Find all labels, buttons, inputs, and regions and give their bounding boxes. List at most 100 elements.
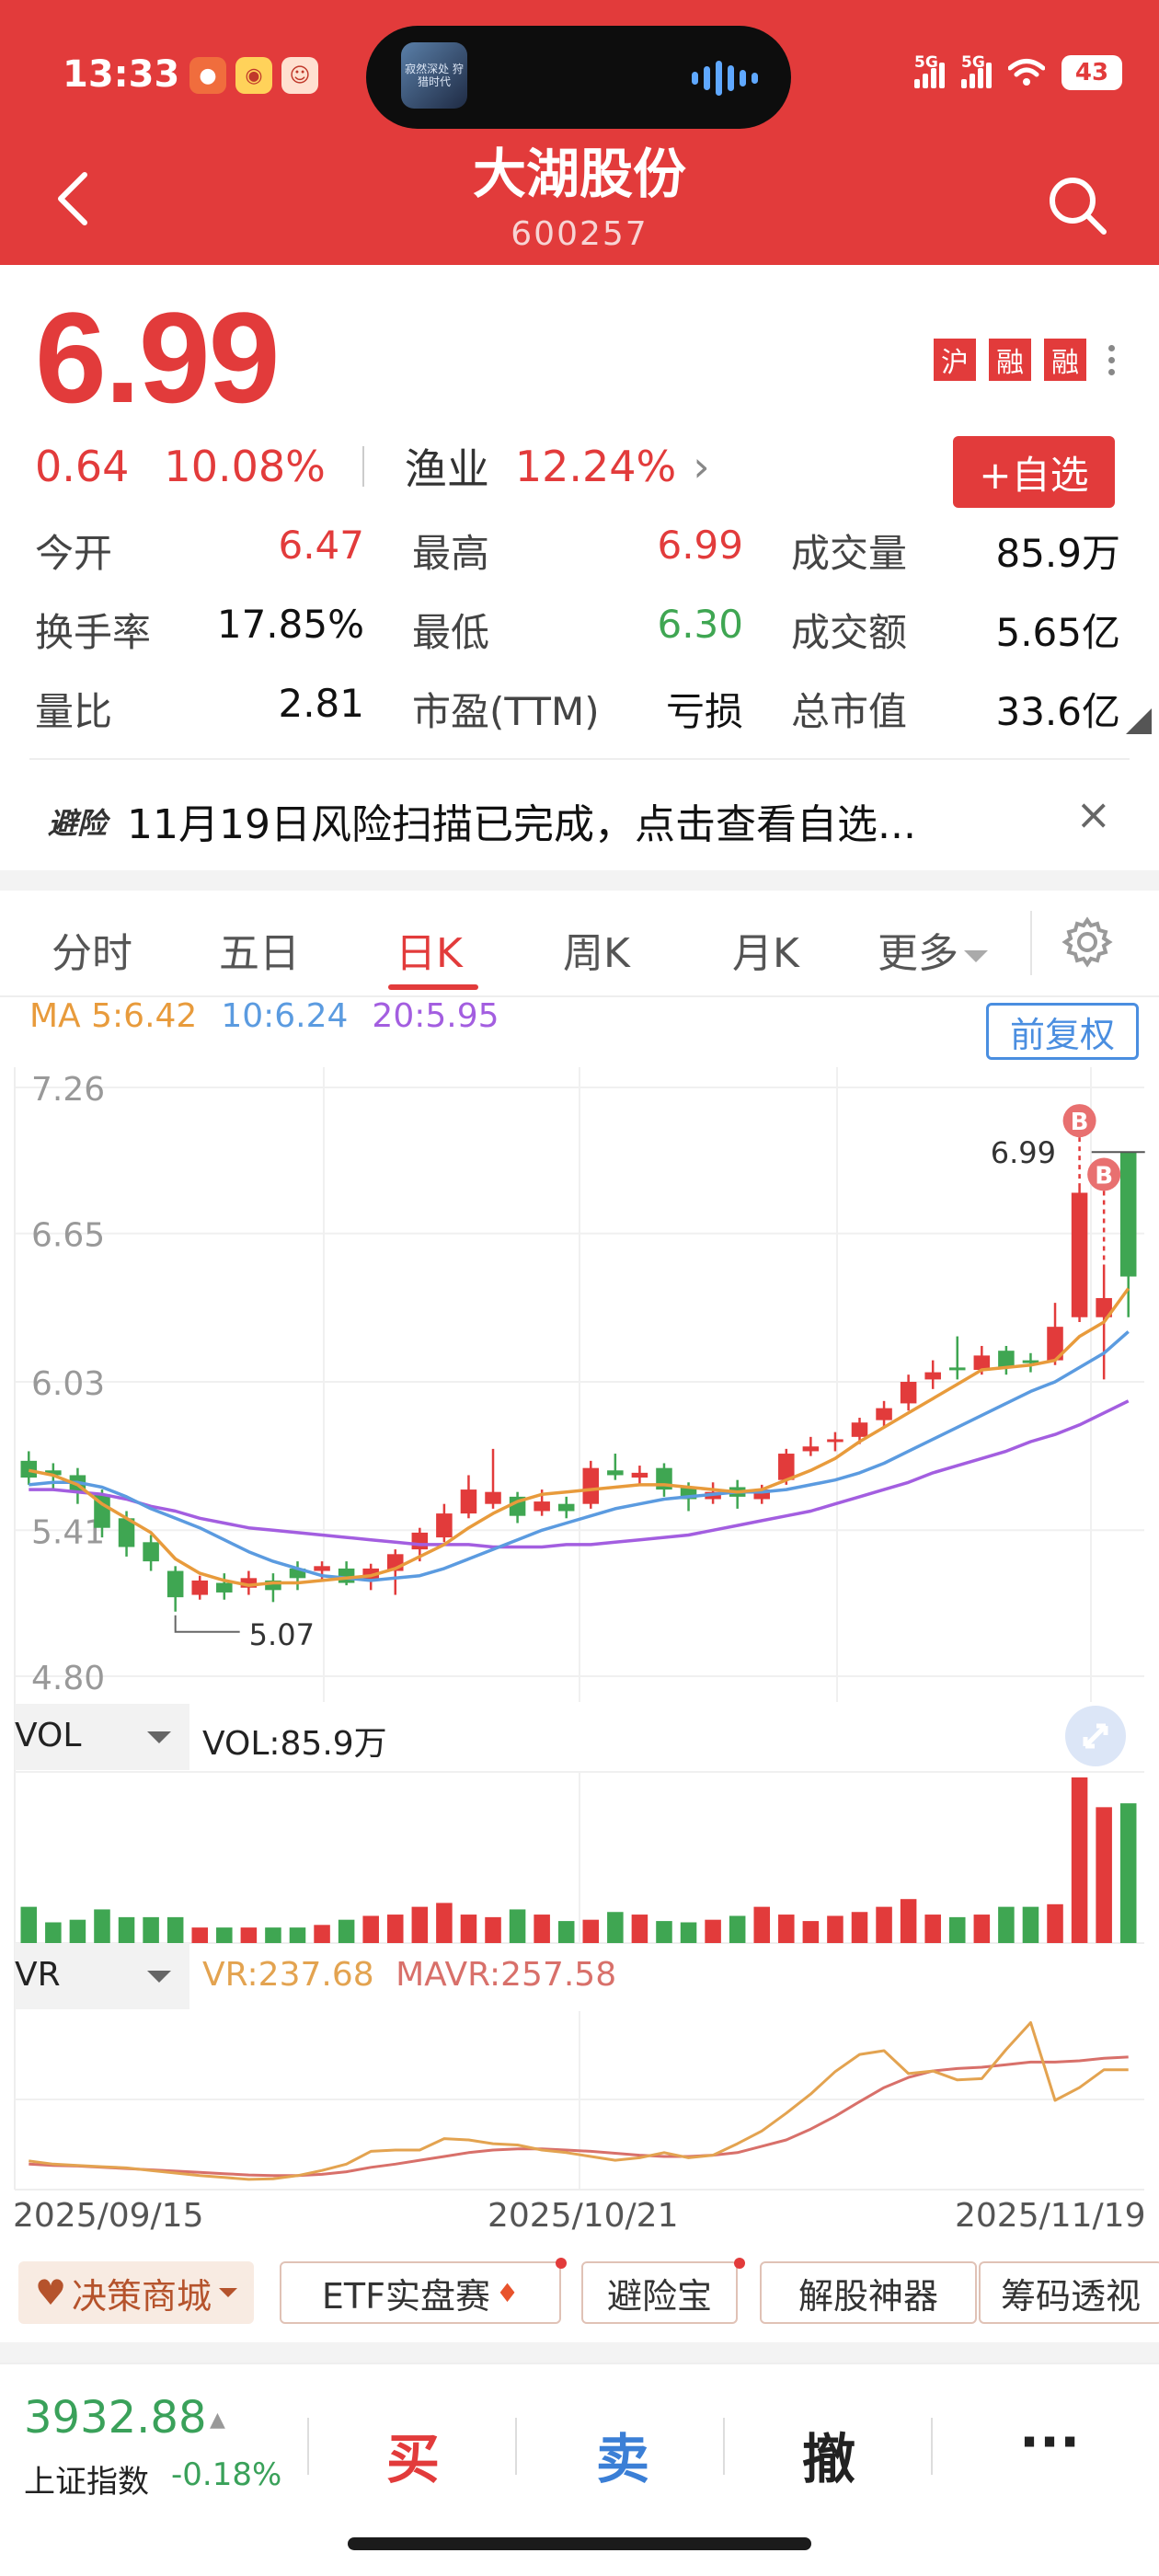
low-price-label: 5.07: [249, 1617, 315, 1652]
y-tick-label: 6.65: [31, 1217, 105, 1255]
volume-bar: [680, 1922, 697, 1943]
chevron-down-icon: [147, 1731, 171, 1743]
volume-bar: [631, 1915, 648, 1943]
candle-body: [534, 1501, 550, 1512]
divider: [723, 2418, 725, 2475]
vol-value: VOL:85.9万: [202, 1725, 387, 1763]
volume-bar: [753, 1906, 771, 1943]
chip-stock-rescue[interactable]: 解股神器: [760, 2261, 977, 2324]
volume-bar: [1096, 1807, 1112, 1943]
volume-bar: [485, 1916, 501, 1943]
volume-bar: [118, 1916, 135, 1943]
triangle-up-icon: ▲: [210, 2409, 225, 2432]
section-divider: [0, 2342, 1159, 2363]
volume-bar: [69, 1919, 86, 1943]
candle-body: [827, 1439, 843, 1443]
feature-chips: ♥ 决策商城 ETF实盘赛 ♦ 避险宝 解股神器 筹码透视: [0, 2247, 1159, 2339]
volume-bar: [973, 1915, 991, 1943]
ma5-line: [28, 1287, 1130, 1587]
volume-bar: [386, 1915, 404, 1943]
chip-chip-distribution[interactable]: 筹码透视: [979, 2261, 1159, 2324]
more-horizontal-icon[interactable]: ···: [1019, 2410, 1080, 2473]
index-value: 3932.88: [24, 2392, 207, 2444]
candle-body: [436, 1513, 453, 1538]
volume-bar: [705, 1919, 721, 1943]
candle-body: [802, 1446, 820, 1452]
volume-bar: [265, 1927, 281, 1943]
kline-chart[interactable]: 7.26 6.65 6.03 5.41 4.80 5.07 6.99 BB: [0, 0, 1159, 2245]
buy-marker-label: B: [1095, 1163, 1113, 1190]
volume-bar: [314, 1925, 330, 1943]
volume-bar: [45, 1922, 62, 1943]
volume-bar: [240, 1927, 258, 1943]
vol-indicator-selector[interactable]: VOL: [15, 1704, 189, 1770]
fire-icon: ♦: [495, 2277, 520, 2308]
volume-bar: [143, 1916, 159, 1943]
notification-dot: [556, 2258, 567, 2269]
x-tick-mid: 2025/10/21: [488, 2197, 679, 2235]
home-indicator[interactable]: [348, 2537, 811, 2550]
volume-bar: [557, 1921, 575, 1943]
volume-bar: [948, 1916, 966, 1943]
volume-bar: [876, 1906, 892, 1943]
candle-body: [557, 1503, 575, 1512]
volume-bar: [338, 1919, 355, 1943]
candle-body: [631, 1472, 648, 1478]
candle-body: [851, 1422, 868, 1437]
candle-body: [924, 1372, 941, 1380]
candle-body: [998, 1351, 1015, 1368]
volume-bar: [411, 1906, 429, 1943]
candle-body: [778, 1454, 795, 1480]
candle-body: [948, 1367, 966, 1371]
notification-dot: [734, 2258, 745, 2269]
candle-body: [607, 1470, 624, 1476]
x-tick-end: 2025/11/19: [955, 2197, 1146, 2235]
collapse-icon[interactable]: [1065, 1706, 1126, 1766]
vr-selector-label: VR: [15, 1956, 61, 1994]
volume-bar: [729, 1915, 746, 1943]
heart-icon: ♥: [34, 2272, 67, 2313]
candle-body: [191, 1580, 209, 1595]
sell-button[interactable]: 卖: [596, 2416, 649, 2493]
candle-body: [143, 1542, 159, 1562]
volume-bar: [289, 1927, 306, 1943]
low-price-leader: [174, 1615, 240, 1633]
volume-bar: [94, 1909, 110, 1943]
divider: [931, 2418, 933, 2475]
volume-bar: [509, 1909, 526, 1943]
candle-body: [460, 1489, 477, 1514]
vr-indicator-selector[interactable]: VR: [15, 1943, 189, 2009]
chip-label: 决策商城: [72, 2275, 212, 2317]
candle-body: [876, 1408, 892, 1420]
chip-decision-mall[interactable]: ♥ 决策商城: [18, 2261, 254, 2324]
vr-legend: VR:237.68 MAVR:257.58: [202, 1956, 616, 1994]
chip-etf-contest[interactable]: ETF实盘赛 ♦: [280, 2261, 561, 2324]
mavr-value: MAVR:257.58: [396, 1956, 617, 1994]
chevron-down-icon: [147, 1971, 171, 1983]
candle-body: [166, 1570, 184, 1598]
chip-risk-shield[interactable]: 避险宝: [581, 2261, 738, 2324]
volume-bar: [827, 1915, 843, 1943]
candle-body: [20, 1460, 38, 1478]
vol-selector-label: VOL: [15, 1717, 82, 1754]
buy-button[interactable]: 买: [386, 2416, 440, 2493]
y-tick-label: 6.03: [31, 1365, 105, 1403]
candle-body: [1071, 1192, 1088, 1317]
candle-body: [1119, 1152, 1137, 1277]
y-tick-label: 7.26: [31, 1071, 105, 1109]
candle-body: [485, 1491, 501, 1504]
divider: [307, 2418, 309, 2475]
candle-body: [338, 1568, 355, 1583]
candle-body: [216, 1582, 233, 1593]
candle-body: [582, 1467, 600, 1504]
volume-bar: [582, 1919, 600, 1943]
volume-bar: [1071, 1777, 1088, 1943]
volume-bar: [1022, 1906, 1039, 1943]
volume-bar: [851, 1912, 868, 1943]
volume-bar: [900, 1899, 917, 1943]
vr-value: VR:237.68: [202, 1956, 374, 1994]
volume-bar: [166, 1916, 184, 1943]
x-tick-start: 2025/09/15: [13, 2197, 204, 2235]
cancel-order-button[interactable]: 撤: [802, 2416, 855, 2493]
volume-bar: [924, 1915, 941, 1943]
